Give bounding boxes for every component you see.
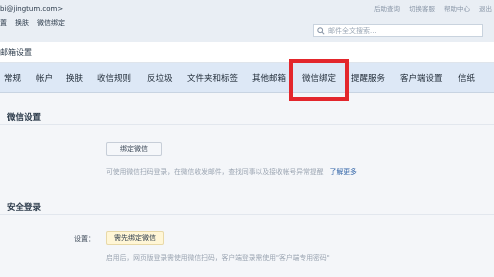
- tab-filter-rules[interactable]: 收信规则: [97, 72, 131, 84]
- right-links: 后助查询 切换客服 帮助中心 退出: [374, 3, 492, 13]
- tab-reminders[interactable]: 提醒服务: [351, 72, 385, 84]
- account-email: bi@jingtum.com>: [0, 5, 64, 13]
- security-hint: 启用后，网页版登录需使用微信扫码，客户端登录需使用"客户端专用密码": [106, 254, 330, 262]
- page-title: 邮箱设置: [0, 48, 32, 57]
- top-link-settings[interactable]: 置: [0, 18, 7, 28]
- right-link-2[interactable]: 切换客服: [409, 3, 435, 13]
- top-link-wechat[interactable]: 微信绑定: [37, 18, 65, 28]
- bind-wechat-button[interactable]: 绑定微信: [106, 142, 162, 156]
- page-title-bar: 邮箱设置: [0, 42, 494, 63]
- learn-more-link[interactable]: 了解更多: [330, 168, 357, 176]
- settings-tabs: 常规 帐户 换肤 收信规则 反垃圾 文件夹和标签 其他邮箱 微信绑定 提醒服务 …: [0, 63, 494, 93]
- right-link-logout[interactable]: 退出: [479, 3, 492, 13]
- wechat-hint-text: 可使用微信扫码登录，在微信收发邮件，查找同事以及接收帐号异常提醒: [106, 168, 324, 176]
- wechat-hint: 可使用微信扫码登录，在微信收发邮件，查找同事以及接收帐号异常提醒 了解更多: [106, 166, 357, 176]
- tab-highlight-box: [289, 59, 349, 101]
- bind-first-button[interactable]: 需先绑定微信: [106, 231, 164, 245]
- setting-label: 设置：: [74, 235, 95, 243]
- search-input[interactable]: 邮件全文搜索...: [313, 24, 483, 37]
- top-link-skin[interactable]: 换肤: [15, 18, 29, 28]
- security-section-title: 安全登录: [7, 203, 42, 213]
- search-icon: [314, 25, 328, 36]
- tab-antispam[interactable]: 反垃圾: [147, 72, 173, 84]
- tab-general[interactable]: 常规: [4, 72, 21, 84]
- security-section-divider: [0, 214, 494, 215]
- tab-other-mailbox[interactable]: 其他邮箱: [252, 72, 286, 84]
- tab-account[interactable]: 帐户: [36, 72, 53, 84]
- tab-client-settings[interactable]: 客户端设置: [400, 72, 443, 84]
- tab-stationery[interactable]: 信纸: [458, 72, 475, 84]
- right-link-help[interactable]: 帮助中心: [444, 3, 470, 13]
- search-placeholder: 邮件全文搜索...: [328, 26, 377, 35]
- top-header: bi@jingtum.com> 置 换肤 微信绑定 后助查询 切换客服 帮助中心…: [0, 0, 494, 42]
- wechat-section-title: 微信设置: [7, 113, 42, 123]
- top-links: 置 换肤 微信绑定: [0, 18, 65, 28]
- wechat-section-divider: [0, 124, 494, 125]
- right-link-1[interactable]: 后助查询: [374, 3, 400, 13]
- tab-skin[interactable]: 换肤: [66, 72, 83, 84]
- tab-folders-labels[interactable]: 文件夹和标签: [187, 72, 238, 84]
